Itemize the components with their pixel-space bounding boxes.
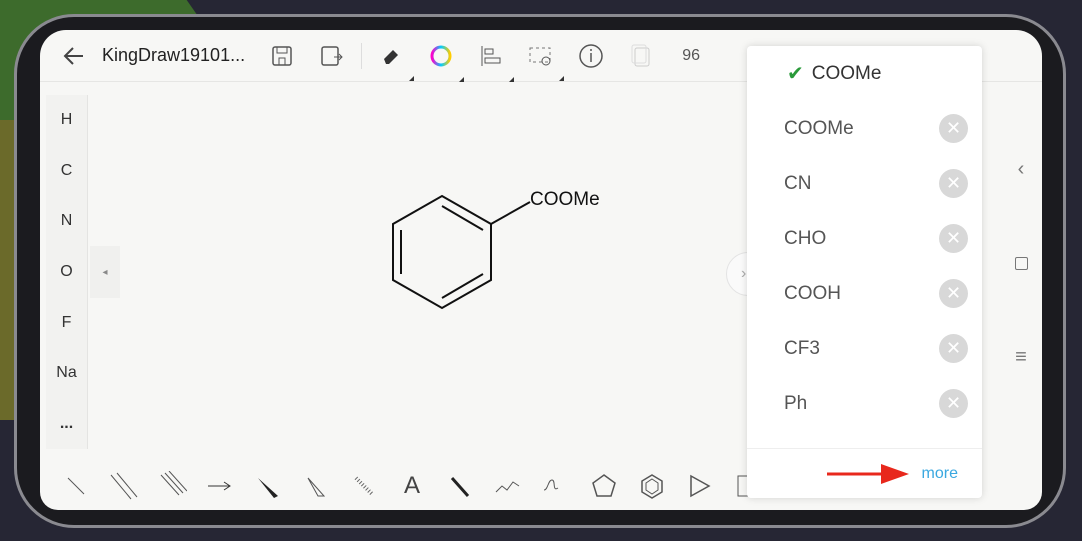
remove-icon[interactable]: ✕: [939, 169, 968, 198]
app-screen: KingDraw19101... 96 H C N O F Na ... ◂ C…: [40, 30, 1042, 510]
nav-back-button[interactable]: ‹: [1018, 158, 1025, 181]
save-as-button[interactable]: [307, 45, 357, 67]
remove-icon[interactable]: ✕: [939, 114, 968, 143]
chain-tool[interactable]: [484, 474, 532, 498]
double-bond-icon: [110, 472, 138, 500]
arrow-right-icon: [208, 481, 231, 491]
text-tool[interactable]: A: [388, 472, 436, 500]
hash-bond-icon: [354, 476, 374, 496]
substituent-item[interactable]: CN ✕: [747, 156, 982, 211]
nav-home-button[interactable]: [1014, 257, 1028, 270]
item-label: COOH: [784, 282, 841, 304]
select-button[interactable]: [516, 45, 566, 81]
select-icon: [529, 47, 551, 65]
item-label: COOMe: [784, 117, 854, 139]
more-link[interactable]: more: [922, 465, 958, 483]
selected-substituent[interactable]: ✔ COOMe: [747, 46, 982, 101]
substituent-label[interactable]: COOMe: [530, 189, 600, 211]
copy-button[interactable]: [616, 44, 666, 68]
triple-bond-icon: [160, 471, 187, 496]
single-bond-tool[interactable]: [52, 474, 100, 498]
remove-icon[interactable]: ✕: [939, 279, 968, 308]
panel-footer: more: [747, 448, 982, 498]
item-label: CF3: [784, 337, 820, 359]
document-title: KingDraw19101...: [102, 45, 246, 65]
back-button[interactable]: [62, 46, 86, 66]
wedge-bond-tool[interactable]: [244, 474, 292, 498]
save-as-icon: [321, 45, 343, 66]
substituent-item[interactable]: COOMe ✕: [747, 101, 982, 156]
save-icon: [272, 45, 292, 66]
element-n[interactable]: N: [61, 212, 73, 230]
benzene-tool[interactable]: [628, 473, 676, 499]
double-bond-tool[interactable]: [100, 471, 148, 501]
hollow-wedge-icon: [307, 477, 326, 497]
wavy-bond-tool[interactable]: [532, 474, 580, 498]
collapse-palette-button[interactable]: ◂: [90, 246, 120, 298]
system-nav: ‹ ≡: [1000, 30, 1042, 462]
substituent-item[interactable]: COOH ✕: [747, 266, 982, 321]
remove-icon[interactable]: ✕: [939, 334, 968, 363]
chain-icon: [495, 481, 520, 493]
single-bond-icon: [67, 477, 85, 495]
remove-icon[interactable]: ✕: [939, 224, 968, 253]
zoom-level: 96: [682, 46, 700, 64]
pentagon-icon: [592, 474, 616, 497]
substituent-item[interactable]: CF3 ✕: [747, 321, 982, 376]
element-h[interactable]: H: [61, 111, 73, 129]
element-na[interactable]: Na: [56, 364, 76, 382]
chevron-right-icon: ›: [741, 265, 747, 282]
triangle-icon: [690, 474, 711, 498]
bold-bond-tool[interactable]: [436, 474, 484, 498]
element-c[interactable]: C: [61, 162, 73, 180]
remove-icon[interactable]: ✕: [939, 389, 968, 418]
save-button[interactable]: [257, 45, 307, 67]
color-wheel-icon: [430, 45, 452, 66]
molecule-drawing[interactable]: COOMe: [370, 180, 630, 325]
align-button[interactable]: [466, 44, 516, 82]
selected-label: COOMe: [811, 62, 882, 84]
item-label: CN: [784, 172, 812, 194]
divider: [361, 42, 363, 69]
substituent-item[interactable]: Ph ✕: [747, 376, 982, 431]
element-o[interactable]: O: [60, 263, 72, 281]
wedge-bond-icon: [258, 478, 278, 498]
arrow-left-icon: [63, 46, 83, 65]
item-label: Ph: [784, 392, 808, 414]
info-icon: [579, 43, 603, 68]
color-button[interactable]: [416, 44, 466, 82]
arrow-tool[interactable]: [196, 476, 244, 496]
align-icon: [481, 45, 501, 66]
pentagon-tool[interactable]: [580, 473, 628, 499]
substituent-item[interactable]: CHO ✕: [747, 211, 982, 266]
bold-bond-icon: [450, 477, 470, 497]
nav-menu-button[interactable]: ≡: [1015, 346, 1027, 369]
triangle-tool[interactable]: [676, 473, 724, 499]
hollow-wedge-tool[interactable]: [292, 474, 340, 498]
copy-icon: [631, 44, 650, 66]
substituent-panel: ✔ COOMe COOMe ✕ CN ✕ CHO ✕ COOH ✕ CF3 ✕ Ph ✕ mo…: [747, 46, 982, 498]
red-arrow-annotation: [827, 464, 909, 484]
wavy-bond-icon: [543, 479, 559, 491]
hash-bond-tool[interactable]: [340, 474, 388, 498]
element-f[interactable]: F: [62, 314, 72, 332]
element-palette: H C N O F Na ...: [46, 95, 88, 449]
info-button[interactable]: [566, 43, 616, 69]
more-elements-button[interactable]: ...: [60, 415, 73, 433]
eraser-icon: [384, 49, 399, 64]
check-icon: ✔: [787, 63, 804, 85]
triple-bond-tool[interactable]: [148, 471, 196, 501]
item-label: CHO: [784, 227, 827, 249]
benzene-icon: [641, 474, 663, 499]
eraser-button[interactable]: [366, 45, 416, 81]
